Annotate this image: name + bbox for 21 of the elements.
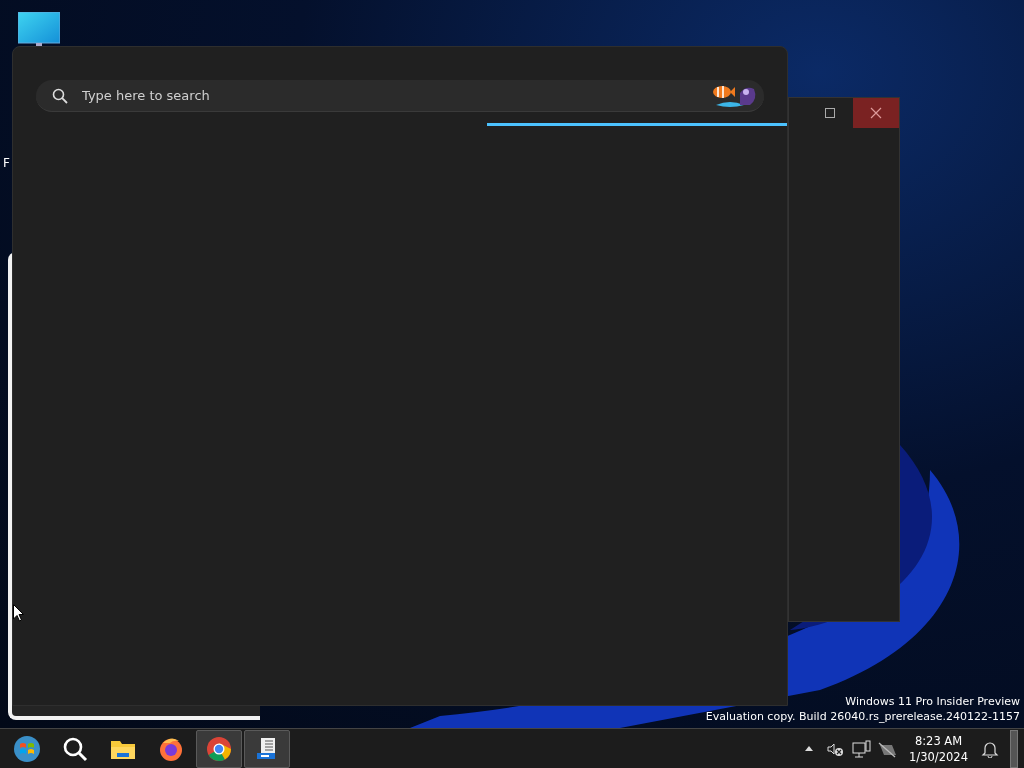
mouse-cursor: [13, 604, 24, 622]
show-desktop-button[interactable]: [1010, 729, 1018, 768]
monitor-icon[interactable]: [18, 12, 60, 46]
bell-icon: [981, 739, 999, 758]
search-field[interactable]: Type here to search: [80, 87, 698, 104]
watermark-text: Windows 11 Pro Insider Preview: [844, 694, 1020, 709]
network-icon: [851, 738, 872, 759]
clock-date[interactable]: 1/30/2024: [909, 748, 968, 765]
watermark-text: Evaluation copy. Build 26040.rs_prerelease.240122-1157: [705, 709, 1020, 724]
maximize-icon: [825, 108, 835, 118]
taskbar-button[interactable]: [244, 729, 290, 768]
tray-button[interactable]: [851, 738, 872, 759]
start-orb-icon: [13, 734, 41, 763]
search-box[interactable]: Type here to search: [36, 80, 764, 112]
close-icon: [870, 107, 882, 119]
taskbar-button[interactable]: [196, 729, 242, 768]
caret-icon: [805, 746, 814, 751]
clock-time[interactable]: 8:23 AM: [914, 732, 963, 749]
search-icon: [52, 87, 68, 104]
desktop-icon-label[interactable]: F: [3, 156, 10, 170]
chrome-icon: [205, 734, 233, 763]
